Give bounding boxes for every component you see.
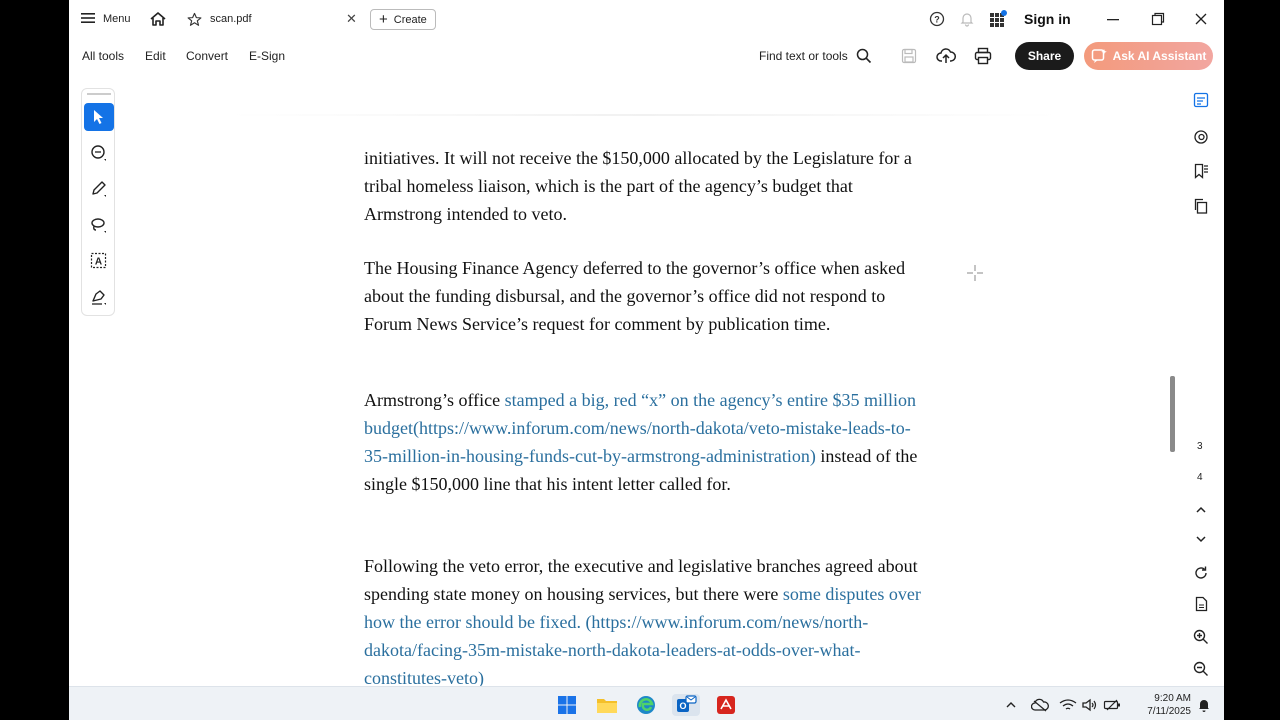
title-bar: Menu scan.pdf ✕ + Create ? Sign in (69, 0, 1224, 38)
bookmarks-icon[interactable] (1191, 161, 1211, 181)
ai-assistant-label: Ask AI Assistant (1112, 49, 1207, 63)
ai-assistant-icon (1091, 49, 1107, 63)
document-viewer[interactable]: initiatives. It will not receive the $15… (219, 110, 1059, 688)
volume-icon[interactable] (1079, 694, 1101, 716)
find-label: Find text or tools (759, 49, 848, 63)
svg-text:?: ? (934, 15, 940, 25)
lasso-icon (91, 218, 106, 233)
home-button[interactable] (149, 0, 167, 38)
acrobat-window: Menu scan.pdf ✕ + Create ? Sign in All t… (69, 0, 1224, 720)
apps-grid-icon[interactable] (989, 0, 1007, 38)
previous-page-icon[interactable] (1191, 500, 1211, 520)
select-tool[interactable] (84, 103, 114, 131)
tab-title: scan.pdf (210, 13, 252, 25)
menu-convert[interactable]: Convert (186, 38, 228, 74)
sign-tool[interactable] (84, 283, 114, 311)
onedrive-cloud-icon[interactable] (1029, 694, 1051, 716)
notification-bell-icon[interactable] (959, 0, 975, 38)
fill-sign-icon (92, 290, 106, 305)
create-button[interactable]: + Create (370, 9, 436, 30)
zoom-out-icon[interactable] (1191, 659, 1211, 679)
document-tab[interactable]: scan.pdf (187, 0, 252, 38)
edge-browser-icon[interactable] (635, 694, 657, 716)
clock-date: 7/11/2025 (1147, 706, 1191, 717)
system-clock[interactable]: 9:20 AM 7/11/2025 (1131, 692, 1191, 718)
close-window-icon[interactable] (1194, 0, 1208, 38)
page-number-4[interactable]: 4 (1197, 472, 1203, 483)
comment-icon (91, 145, 106, 161)
next-page-icon[interactable] (1191, 529, 1211, 549)
search-icon (856, 48, 871, 64)
minimize-icon[interactable] (1106, 0, 1120, 38)
wifi-icon[interactable] (1057, 694, 1079, 716)
print-icon[interactable] (973, 46, 993, 66)
comment-tool[interactable] (84, 139, 114, 167)
svg-text:A: A (95, 257, 102, 268)
rail-grip (87, 93, 111, 95)
page-number-3[interactable]: 3 (1197, 441, 1203, 452)
zoom-in-icon[interactable] (1191, 627, 1211, 647)
help-icon[interactable]: ? (929, 0, 945, 38)
paragraph-4: Following the veto error, the executive … (364, 552, 924, 692)
comments-panel-icon[interactable] (1191, 90, 1211, 110)
upload-cloud-icon[interactable] (936, 46, 956, 66)
quick-tools-rail: A (81, 88, 115, 316)
menu-edit[interactable]: Edit (145, 38, 166, 74)
create-label: Create (393, 13, 427, 26)
close-tab-icon[interactable]: ✕ (346, 0, 357, 38)
menu-button[interactable]: Menu (81, 0, 131, 38)
pen-icon (92, 181, 106, 197)
windows-taskbar: O 9:20 AM 7/11/2025 (69, 686, 1224, 720)
refresh-icon[interactable] (1191, 563, 1211, 583)
file-explorer-icon[interactable] (596, 694, 618, 716)
attachment-icon[interactable] (1191, 127, 1211, 147)
restore-icon[interactable] (1151, 0, 1165, 38)
vertical-scrollbar-thumb[interactable] (1170, 376, 1175, 452)
fit-page-icon[interactable] (1191, 594, 1211, 614)
paragraph-3: Armstrong’s office stamped a big, red “x… (364, 386, 924, 498)
find-text-or-tools[interactable]: Find text or tools (759, 38, 872, 74)
text-box-icon: A (90, 252, 107, 269)
sign-in-button[interactable]: Sign in (1024, 0, 1071, 38)
paragraph-3-text: Armstrong’s office (364, 390, 505, 410)
share-button[interactable]: Share (1015, 42, 1074, 70)
text-select-tool[interactable]: A (84, 247, 114, 275)
crosshair-cursor-icon (966, 264, 984, 287)
home-icon (150, 12, 166, 26)
windows-start-icon[interactable] (556, 694, 578, 716)
outlook-icon[interactable]: O (672, 694, 700, 716)
ask-ai-assistant-button[interactable]: Ask AI Assistant (1084, 42, 1213, 70)
pages-thumbnails-icon[interactable] (1191, 196, 1211, 216)
menu-label: Menu (103, 13, 131, 25)
menu-all-tools[interactable]: All tools (82, 38, 124, 74)
show-hidden-icons-chevron-icon[interactable] (1000, 694, 1022, 716)
cursor-arrow-icon (94, 110, 103, 124)
svg-text:O: O (679, 701, 686, 711)
paragraph-1: initiatives. It will not receive the $15… (364, 148, 912, 224)
plus-icon: + (379, 11, 388, 28)
star-icon[interactable] (187, 12, 202, 27)
battery-icon[interactable] (1101, 694, 1123, 716)
menu-e-sign[interactable]: E-Sign (249, 38, 285, 74)
acrobat-taskbar-icon[interactable] (715, 694, 737, 716)
clock-time: 9:20 AM (1154, 693, 1191, 704)
highlight-tool[interactable] (84, 175, 114, 203)
save-icon[interactable] (899, 46, 919, 66)
hamburger-icon (81, 12, 95, 27)
paragraph-2: The Housing Finance Agency deferred to t… (364, 258, 906, 334)
draw-tool[interactable] (84, 211, 114, 239)
notifications-icon[interactable] (1193, 694, 1215, 716)
